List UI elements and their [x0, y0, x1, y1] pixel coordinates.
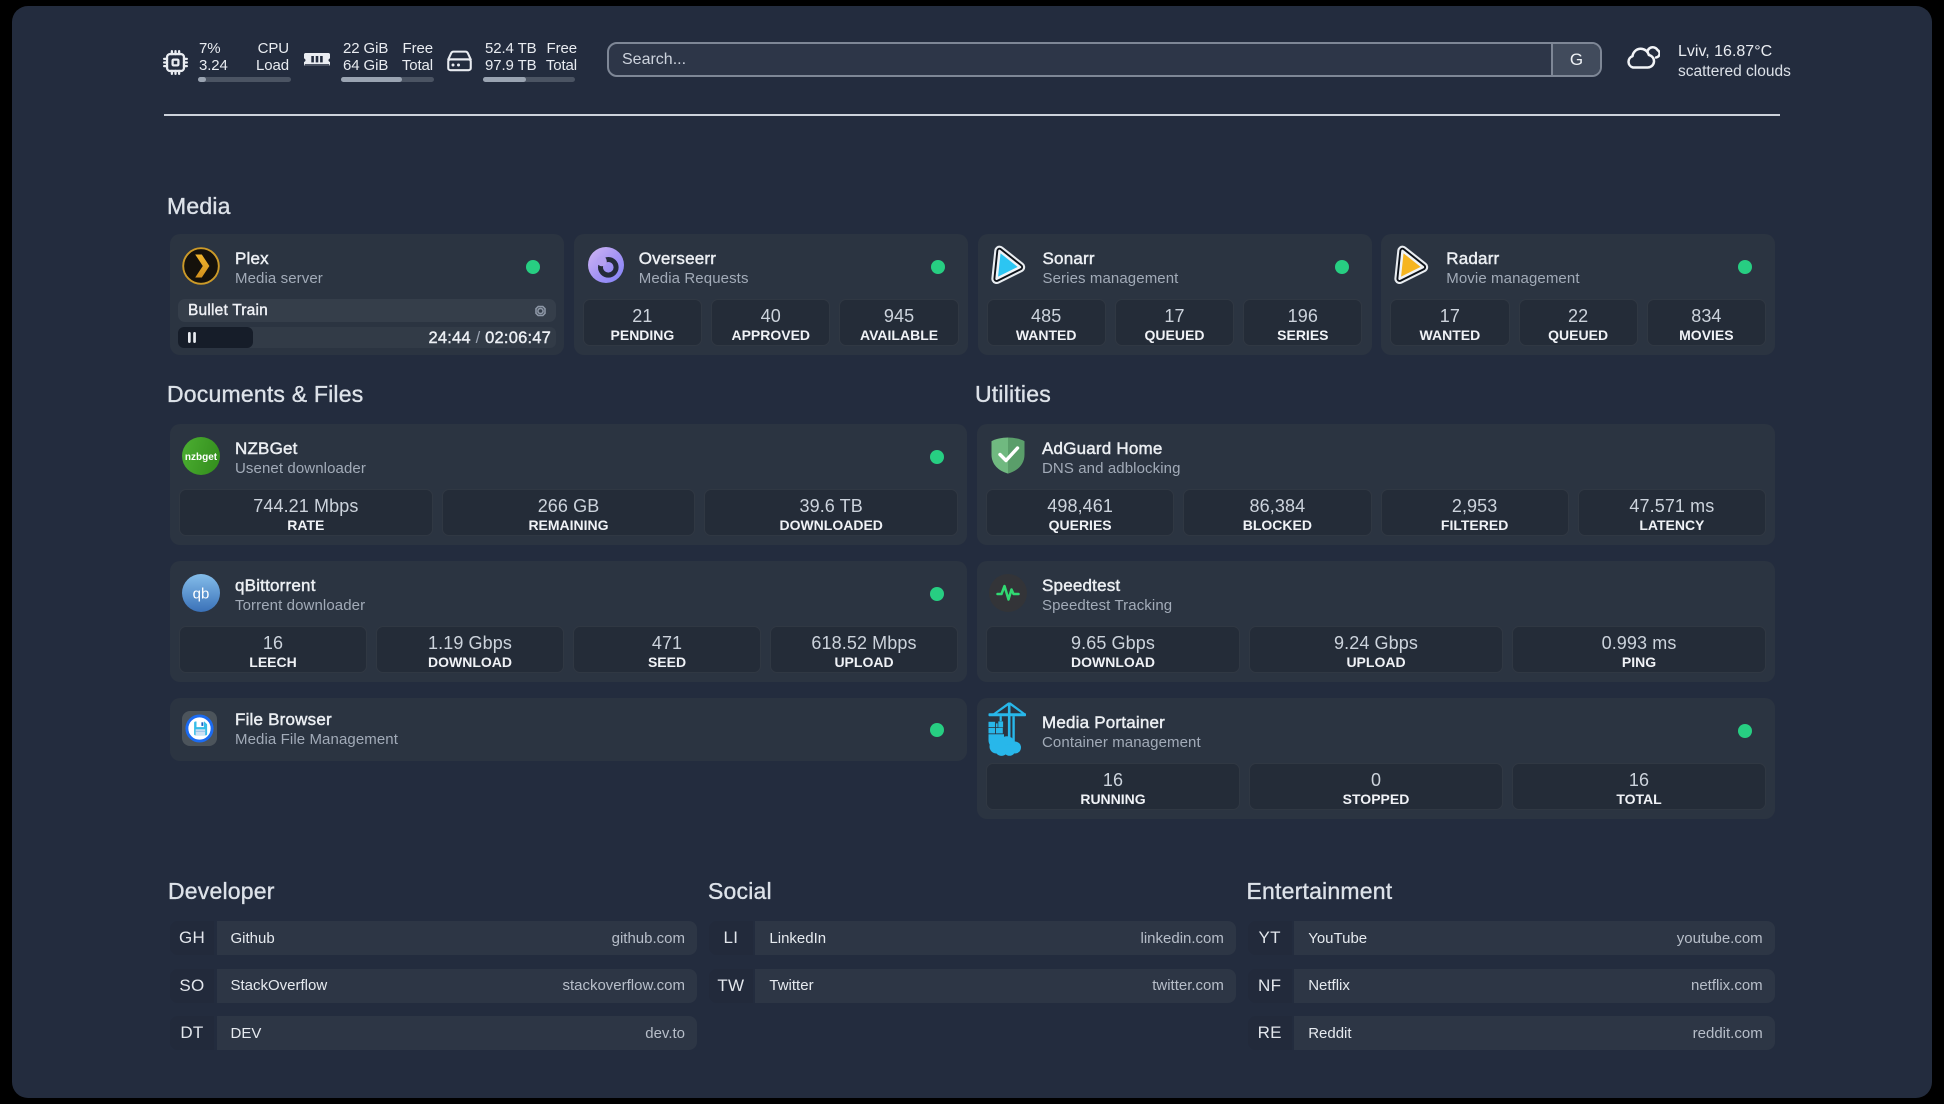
svg-text:qb: qb: [193, 586, 210, 603]
svg-text:nzbget: nzbget: [185, 452, 218, 463]
